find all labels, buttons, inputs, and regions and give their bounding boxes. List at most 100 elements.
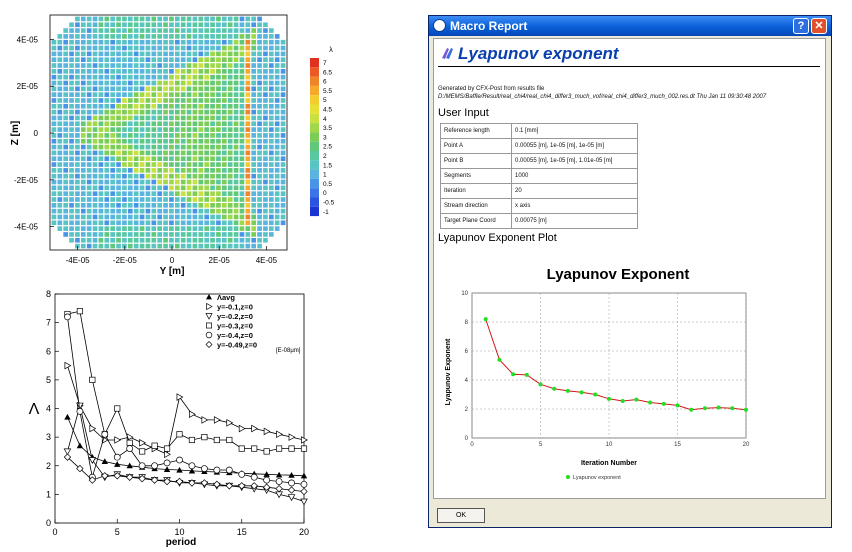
heatmap-cell <box>157 80 163 86</box>
heatmap-cell <box>127 144 133 150</box>
heatmap-cell <box>80 92 86 97</box>
data-point <box>213 436 220 444</box>
heatmap-cell <box>186 109 192 115</box>
heatmap-cell <box>69 63 74 68</box>
heatmap-cell <box>180 80 186 86</box>
heatmap-cell <box>221 51 227 57</box>
heatmap-cell <box>51 103 57 109</box>
heatmap-cell <box>263 191 268 196</box>
heatmap-cell <box>122 214 127 220</box>
heatmap-cell <box>245 80 251 86</box>
heatmap-cell <box>186 28 192 33</box>
heatmap-cell <box>251 232 257 237</box>
heatmap-cell <box>86 127 92 132</box>
heatmap-cell <box>268 168 274 173</box>
heatmap-cell <box>75 103 80 109</box>
heatmap-cell <box>75 86 80 92</box>
heatmap-cell <box>127 22 133 28</box>
heatmap-cell <box>263 173 268 179</box>
heatmap-cell <box>92 63 98 68</box>
heatmap-cell <box>221 232 227 237</box>
data-point <box>275 484 283 493</box>
input-key: Iteration <box>440 183 512 199</box>
heatmap-cell <box>257 162 262 167</box>
heatmap-cell <box>245 16 251 22</box>
heatmap-cell <box>192 144 198 150</box>
heatmap-cell <box>233 109 239 115</box>
heatmap-cell <box>151 203 157 208</box>
heatmap-cell <box>204 203 210 208</box>
heatmap-cell <box>245 220 251 226</box>
heatmap-cell <box>251 63 257 68</box>
heatmap-cell <box>210 133 215 138</box>
heatmap-cell <box>280 150 286 156</box>
heatmap-cell <box>263 115 268 121</box>
heatmap-cell <box>268 133 274 138</box>
heatmap-cell <box>169 179 174 185</box>
help-button[interactable]: ? <box>793 18 809 34</box>
heatmap-cell <box>180 214 186 220</box>
heatmap-cell <box>274 86 280 92</box>
heatmap-cell <box>145 34 151 39</box>
heatmap-cell <box>110 214 116 220</box>
heatmap-cell <box>75 45 80 51</box>
heatmap-cell <box>86 237 92 243</box>
heatmap-cell <box>174 39 180 45</box>
heatmap-cell <box>274 127 280 132</box>
heatmap-cell <box>151 109 157 115</box>
heatmap-cell <box>63 144 69 150</box>
heatmap-cell <box>216 208 221 214</box>
heatmap-cell <box>127 203 133 208</box>
heatmap-cell <box>174 237 180 243</box>
heatmap-cell <box>157 191 163 196</box>
close-button[interactable]: ✕ <box>811 18 827 34</box>
heatmap-cell <box>69 197 74 202</box>
heatmap-cell <box>216 144 221 150</box>
window-titlebar[interactable]: Macro Report ? ✕ <box>429 16 831 36</box>
heatmap-cell <box>151 34 157 39</box>
heatmap-cell <box>233 57 239 63</box>
heatmap-cell <box>122 57 127 63</box>
results-file-path: D:/MEMS/Baffle/Result/real_chi4/real_chi… <box>438 94 767 100</box>
heatmap-cell <box>198 197 204 202</box>
heatmap-cell <box>180 173 186 179</box>
colorbar-swatch <box>310 197 319 207</box>
heatmap-cell <box>86 22 92 28</box>
heatmap-cell <box>63 109 69 115</box>
heatmap-cell <box>198 86 204 92</box>
heatmap-cell <box>86 208 92 214</box>
heatmap-cell <box>210 121 215 127</box>
heatmap-cell <box>57 138 63 144</box>
report-content[interactable]: Lyapunov exponent Generated by CFX-Post … <box>433 38 826 499</box>
heatmap-cell <box>210 103 215 109</box>
heatmap-cell <box>157 138 163 144</box>
heatmap-cell <box>233 168 239 173</box>
heatmap-cell <box>98 57 104 63</box>
heatmap-cell <box>257 156 262 162</box>
heatmap-cell <box>216 63 221 68</box>
heatmap-cell <box>174 51 180 57</box>
app-icon <box>433 19 446 32</box>
heatmap-cell <box>127 80 133 86</box>
heatmap-cell <box>198 16 204 22</box>
heatmap-cell <box>92 92 98 97</box>
heatmap-cell <box>216 86 221 92</box>
heatmap-cell <box>204 150 210 156</box>
heatmap-cell <box>86 133 92 138</box>
lyapunov-xlabel: Iteration Number <box>581 460 637 467</box>
heatmap-cell <box>204 133 210 138</box>
heatmap-cell <box>239 226 245 231</box>
heatmap-cell <box>186 226 192 231</box>
ok-button[interactable]: OK <box>437 508 485 523</box>
heatmap-cell <box>257 22 262 28</box>
heatmap-cell <box>198 243 204 249</box>
heatmap-cell <box>198 45 204 51</box>
heatmap-cell <box>133 16 139 22</box>
heatmap-cell <box>174 208 180 214</box>
heatmap-cell <box>127 16 133 22</box>
heatmap-cell <box>180 121 186 127</box>
input-key: Point A <box>440 138 512 154</box>
heatmap-cell <box>92 185 98 191</box>
heatmap-cell <box>163 28 168 33</box>
heatmap-cell <box>69 28 74 33</box>
